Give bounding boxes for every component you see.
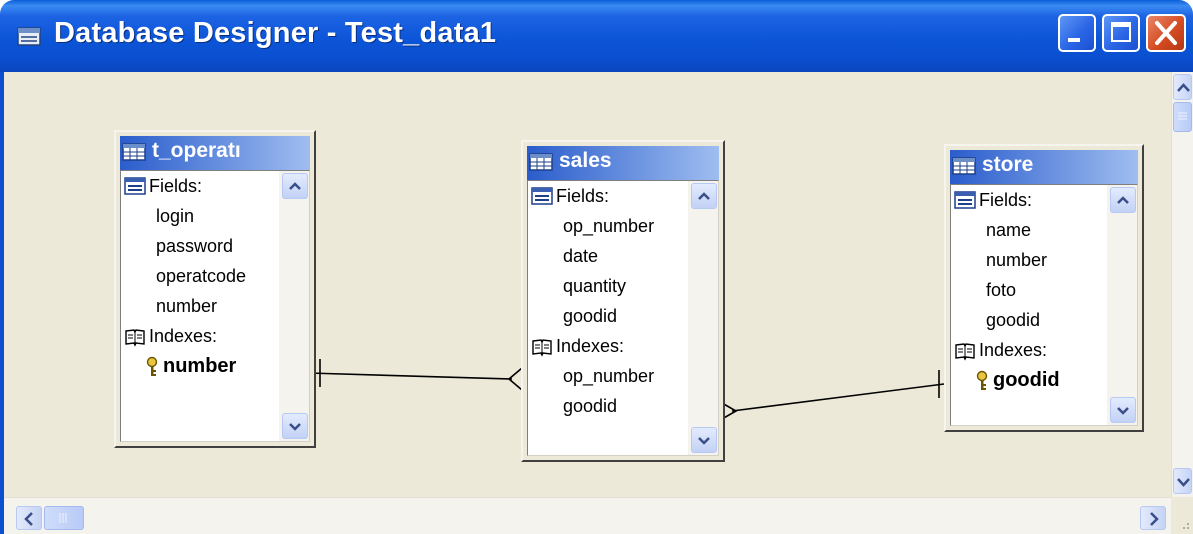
table-field-list[interactable]: Fields: name number foto goodid Indexes: xyxy=(950,184,1138,426)
table-title-bar[interactable]: store xyxy=(950,150,1138,184)
table-window-store[interactable]: store Fields: name number foto goodid In… xyxy=(944,144,1144,432)
table-name: sales xyxy=(559,149,612,172)
index-item[interactable]: goodid xyxy=(563,391,617,421)
field-item[interactable]: operatcode xyxy=(156,261,246,291)
fields-icon xyxy=(954,191,976,209)
key-icon xyxy=(976,370,988,390)
scroll-right-button[interactable] xyxy=(1140,506,1166,530)
indexes-book-icon xyxy=(532,339,552,357)
vertical-scrollbar[interactable] xyxy=(1171,72,1193,497)
chevron-left-icon xyxy=(24,512,33,526)
relation-sales-store[interactable] xyxy=(721,370,945,420)
scroll-down-button[interactable] xyxy=(691,427,717,453)
database-designer-icon xyxy=(17,27,41,46)
table-icon xyxy=(122,143,146,161)
field-item[interactable]: login xyxy=(156,201,194,231)
fields-icon xyxy=(124,177,146,195)
indexes-label: Indexes: xyxy=(556,336,625,356)
horizontal-scroll-thumb[interactable] xyxy=(44,506,84,530)
fields-icon xyxy=(531,187,553,205)
chevron-down-icon xyxy=(289,423,301,431)
table-field-scrollbar[interactable] xyxy=(279,171,309,441)
vertical-scroll-thumb[interactable] xyxy=(1173,102,1192,132)
table-window-sales[interactable]: sales Fields: op_number date quantity go… xyxy=(521,140,725,462)
scroll-down-button[interactable] xyxy=(1173,468,1192,494)
chevron-up-icon xyxy=(1117,196,1129,204)
grip-icon xyxy=(59,513,67,523)
scroll-up-button[interactable] xyxy=(282,173,308,199)
field-item[interactable]: foto xyxy=(986,275,1016,305)
field-item[interactable]: password xyxy=(156,231,233,261)
table-name: store xyxy=(982,153,1034,176)
chevron-down-icon xyxy=(1117,407,1129,415)
chevron-right-icon xyxy=(1150,512,1159,526)
size-grip[interactable] xyxy=(1171,497,1193,534)
table-field-list[interactable]: Fields: login password operatcode number… xyxy=(120,170,310,442)
minimize-icon xyxy=(1068,38,1080,42)
index-item[interactable]: op_number xyxy=(563,361,654,391)
grip-icon xyxy=(1178,112,1187,120)
field-item[interactable]: name xyxy=(986,215,1031,245)
fields-label: Fields: xyxy=(556,186,610,206)
minimize-button[interactable] xyxy=(1058,14,1096,52)
designer-canvas[interactable]: t_operatı Fields: login password operatc… xyxy=(4,72,1171,497)
field-item[interactable]: goodid xyxy=(986,305,1040,335)
maximize-icon xyxy=(1111,22,1131,42)
table-field-scrollbar[interactable] xyxy=(688,181,718,455)
chevron-up-icon xyxy=(698,192,710,200)
fields-label: Fields: xyxy=(979,190,1033,210)
window-title: Database Designer - Test_data1 xyxy=(54,17,497,49)
scroll-down-button[interactable] xyxy=(282,413,308,439)
field-item[interactable]: op_number xyxy=(563,211,654,241)
field-item[interactable]: goodid xyxy=(563,301,617,331)
chevron-down-icon xyxy=(698,437,710,445)
chevron-down-icon xyxy=(1177,478,1190,487)
maximize-button[interactable] xyxy=(1102,14,1140,52)
table-title-bar[interactable]: sales xyxy=(527,146,719,180)
table-icon xyxy=(952,157,976,175)
resize-grip-icon xyxy=(1183,523,1189,529)
field-item[interactable]: quantity xyxy=(563,271,626,301)
field-item[interactable]: date xyxy=(563,241,598,271)
scroll-up-button[interactable] xyxy=(1173,74,1192,100)
title-bar[interactable]: Database Designer - Test_data1 xyxy=(0,0,1193,72)
scroll-down-button[interactable] xyxy=(1110,397,1136,423)
close-button[interactable] xyxy=(1146,14,1186,52)
chevron-up-icon xyxy=(289,182,301,190)
relation-toperat-sales[interactable] xyxy=(307,359,523,391)
horizontal-scrollbar[interactable] xyxy=(4,497,1171,534)
scroll-up-button[interactable] xyxy=(691,183,717,209)
table-name: t_operatı xyxy=(152,139,241,162)
scroll-up-button[interactable] xyxy=(1110,187,1136,213)
key-icon xyxy=(146,356,158,376)
table-window-t-operat[interactable]: t_operatı Fields: login password operatc… xyxy=(114,130,316,448)
index-item-primary[interactable]: goodid xyxy=(993,365,1060,395)
fields-label: Fields: xyxy=(149,176,203,196)
table-title-bar[interactable]: t_operatı xyxy=(120,136,310,170)
field-item[interactable]: number xyxy=(156,291,217,321)
indexes-book-icon xyxy=(955,343,975,361)
indexes-book-icon xyxy=(125,329,145,347)
scroll-left-button[interactable] xyxy=(16,506,42,530)
field-item[interactable]: number xyxy=(986,245,1047,275)
chevron-up-icon xyxy=(1177,83,1190,92)
close-icon xyxy=(1155,21,1177,45)
table-field-scrollbar[interactable] xyxy=(1107,185,1137,425)
indexes-label: Indexes: xyxy=(979,340,1048,360)
index-item-primary[interactable]: number xyxy=(163,351,236,381)
database-designer-window: Database Designer - Test_data1 t_operatı… xyxy=(0,0,1193,534)
table-field-list[interactable]: Fields: op_number date quantity goodid I… xyxy=(527,180,719,456)
table-icon xyxy=(529,153,553,171)
indexes-label: Indexes: xyxy=(149,326,218,346)
